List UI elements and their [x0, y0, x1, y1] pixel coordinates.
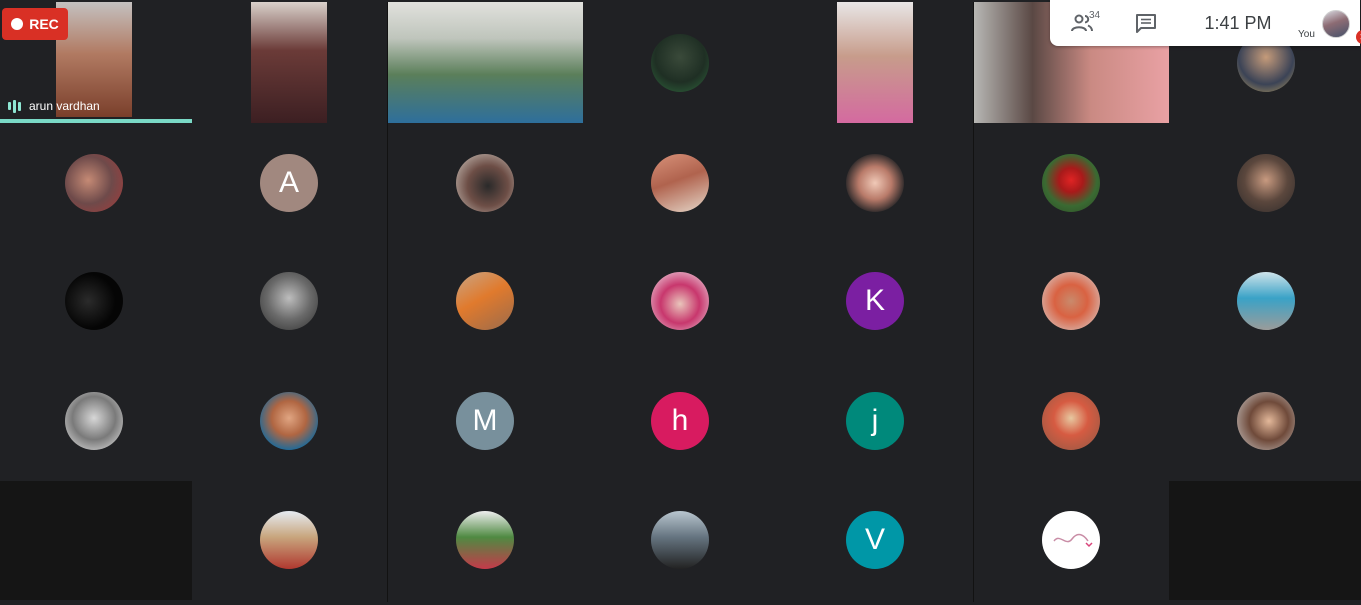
recording-label: REC	[29, 16, 59, 32]
participant-tile[interactable]: M	[388, 362, 583, 481]
participant-avatar	[456, 511, 514, 569]
participant-tile[interactable]	[974, 243, 1169, 362]
participant-avatar	[456, 154, 514, 212]
participant-video	[251, 2, 327, 123]
participant-tile[interactable]	[778, 2, 973, 123]
participant-tile[interactable]	[192, 243, 387, 362]
participant-name: arun vardhan	[29, 99, 100, 113]
participant-tile[interactable]	[583, 123, 778, 243]
participant-tile[interactable]	[192, 362, 387, 481]
participant-avatar	[651, 154, 709, 212]
participant-tile[interactable]	[583, 481, 778, 600]
empty-tile	[1169, 481, 1361, 600]
chat-button[interactable]	[1114, 0, 1178, 46]
meeting-toolbar: 34 1:41 PM You ✕	[1050, 0, 1361, 46]
participant-avatar	[651, 511, 709, 569]
participant-avatar	[1237, 272, 1295, 330]
participant-avatar-initial: A	[260, 154, 318, 212]
participant-avatar	[1042, 154, 1100, 212]
participant-avatar	[65, 272, 123, 330]
participant-tile[interactable]	[974, 481, 1169, 600]
participant-avatar	[260, 272, 318, 330]
signature-logo-icon	[1053, 533, 1093, 548]
participant-tile[interactable]	[0, 243, 192, 362]
participant-tile[interactable]: h	[583, 362, 778, 481]
people-button[interactable]: 34	[1050, 0, 1114, 46]
participant-avatar	[1042, 392, 1100, 450]
participant-avatar	[1042, 272, 1100, 330]
self-view-thumbnail[interactable]: You ✕	[1298, 0, 1361, 46]
audio-level-icon	[8, 99, 21, 113]
participant-avatar	[65, 154, 123, 212]
participant-name-tag: arun vardhan	[8, 99, 100, 113]
participant-tile[interactable]	[1169, 123, 1361, 243]
participant-avatar	[65, 392, 123, 450]
participant-tile[interactable]	[1169, 362, 1361, 481]
meeting-clock: 1:41 PM	[1204, 12, 1272, 33]
recording-indicator: REC	[2, 8, 68, 40]
participant-tile[interactable]	[1169, 243, 1361, 362]
participant-tile[interactable]	[388, 481, 583, 600]
participant-tile[interactable]	[583, 243, 778, 362]
participant-tile[interactable]	[388, 243, 583, 362]
record-dot-icon	[11, 18, 24, 30]
participant-tile[interactable]	[778, 123, 973, 243]
self-label: You	[1298, 29, 1315, 40]
participant-tile[interactable]	[0, 123, 192, 243]
participant-avatar	[651, 272, 709, 330]
participant-tile[interactable]: A	[192, 123, 387, 243]
participant-avatar-initial: j	[846, 392, 904, 450]
participant-avatar	[260, 511, 318, 569]
chat-icon	[1136, 14, 1156, 33]
empty-tile	[0, 481, 192, 600]
participant-tile[interactable]: V	[778, 481, 973, 600]
participant-avatar	[846, 154, 904, 212]
participant-avatar-initial: V	[846, 511, 904, 569]
participant-tile[interactable]	[388, 2, 583, 123]
participant-tile[interactable]	[192, 2, 387, 123]
participant-tile[interactable]: j	[778, 362, 973, 481]
participant-tile[interactable]	[0, 362, 192, 481]
participant-avatar	[456, 272, 514, 330]
participant-tile[interactable]	[974, 123, 1169, 243]
participant-avatar-initial: M	[456, 392, 514, 450]
participant-tile[interactable]	[583, 2, 778, 123]
microphone-off-icon: ✕	[1356, 30, 1361, 44]
participant-avatar	[1237, 392, 1295, 450]
participant-tile[interactable]	[388, 123, 583, 243]
participant-avatar	[1237, 154, 1295, 212]
participant-grid: arun vardhan A K M h j V	[0, 2, 1361, 602]
participant-avatar	[1042, 511, 1100, 569]
participant-avatar	[651, 34, 709, 92]
self-avatar	[1322, 10, 1350, 38]
participant-avatar-initial: h	[651, 392, 709, 450]
participant-video	[388, 2, 583, 123]
participant-tile[interactable]	[974, 362, 1169, 481]
participant-tile[interactable]: K	[778, 243, 973, 362]
participant-avatar-initial: K	[846, 272, 904, 330]
participant-video	[837, 2, 913, 123]
participant-tile[interactable]	[192, 481, 387, 600]
participant-count: 34	[1089, 10, 1101, 21]
participant-avatar	[260, 392, 318, 450]
